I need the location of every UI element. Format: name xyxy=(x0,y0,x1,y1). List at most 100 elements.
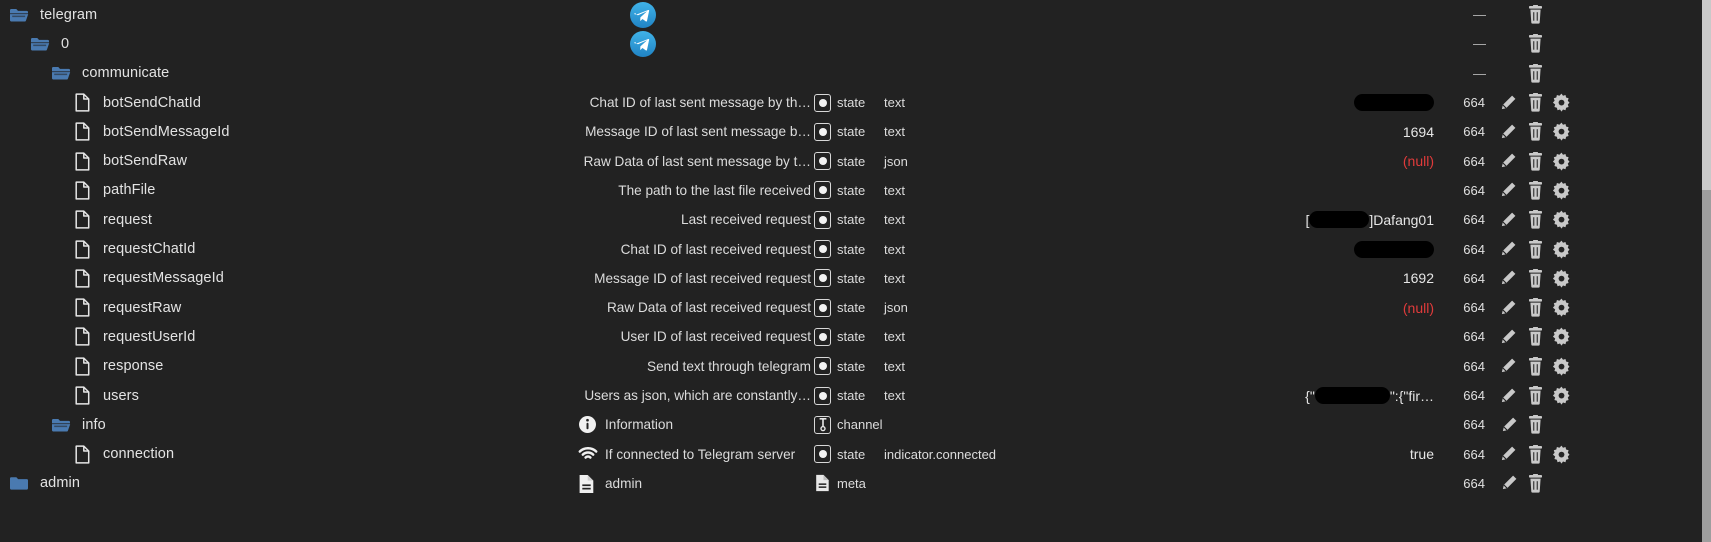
edit-button[interactable] xyxy=(1495,117,1522,146)
object-row[interactable]: info Information channel 664 xyxy=(0,410,1711,439)
tree-node-connection[interactable]: connection xyxy=(71,440,174,469)
edit-button[interactable] xyxy=(1495,234,1522,263)
tree-node-info[interactable]: info xyxy=(50,410,106,439)
settings-button[interactable] xyxy=(1548,205,1575,234)
permission-placeholder: — xyxy=(1473,36,1486,52)
state-dot-icon xyxy=(814,386,831,405)
settings-button[interactable] xyxy=(1548,147,1575,176)
delete-button[interactable] xyxy=(1522,147,1549,176)
object-row[interactable]: requestChatId Chat ID of last received re… xyxy=(0,234,1711,263)
settings-button[interactable] xyxy=(1548,88,1575,117)
delete-button[interactable] xyxy=(1522,59,1549,88)
settings-button[interactable] xyxy=(1548,176,1575,205)
delete-button[interactable] xyxy=(1522,176,1549,205)
edit-button[interactable] xyxy=(1495,322,1522,351)
edit-button[interactable] xyxy=(1495,352,1522,381)
object-description: If connected to Telegram server xyxy=(605,446,796,462)
object-role: state xyxy=(814,381,865,410)
object-row[interactable]: pathFile The path to the last file receiv… xyxy=(0,176,1711,205)
settings-button[interactable] xyxy=(1548,234,1575,263)
permission-code: 664 xyxy=(1463,95,1485,111)
settings-button[interactable] xyxy=(1548,293,1575,322)
object-row[interactable]: requestRaw Raw Data of last received requ… xyxy=(0,293,1711,322)
object-row[interactable]: users Users as json, which are constantly… xyxy=(0,381,1711,410)
object-row[interactable]: requestUserId User ID of last received re… xyxy=(0,322,1711,351)
settings-button[interactable] xyxy=(1548,322,1575,351)
object-row[interactable]: admin admin meta 664 xyxy=(0,469,1711,498)
delete-button[interactable] xyxy=(1522,322,1549,351)
delete-button[interactable] xyxy=(1522,352,1549,381)
folder-open-icon[interactable] xyxy=(29,34,51,54)
edit-button[interactable] xyxy=(1495,440,1522,469)
folder-open-icon[interactable] xyxy=(50,63,72,83)
folder-closed-icon[interactable] xyxy=(8,473,30,493)
object-row[interactable]: communicate — xyxy=(0,59,1711,88)
vertical-scrollbar[interactable] xyxy=(1702,0,1711,542)
object-row[interactable]: botSendRaw Raw Data of last sent message … xyxy=(0,147,1711,176)
object-type: text xyxy=(884,241,905,257)
object-row[interactable]: 0 — xyxy=(0,29,1711,58)
delete-button[interactable] xyxy=(1522,234,1549,263)
tree-node-admin[interactable]: admin xyxy=(8,469,80,498)
edit-button[interactable] xyxy=(1495,176,1522,205)
object-row[interactable]: botSendChatId Chat ID of last sent messag… xyxy=(0,88,1711,117)
tree-node-request[interactable]: request xyxy=(71,205,152,234)
object-row[interactable]: connection If connected to Telegram serv… xyxy=(0,440,1711,469)
delete-button[interactable] xyxy=(1522,293,1549,322)
folder-open-icon[interactable] xyxy=(8,5,30,25)
settings-button[interactable] xyxy=(1548,440,1575,469)
permission-code: 664 xyxy=(1463,388,1485,404)
tree-node-requestMessageId[interactable]: requestMessageId xyxy=(71,264,224,293)
tree-node-requestRaw[interactable]: requestRaw xyxy=(71,293,181,322)
edit-button[interactable] xyxy=(1495,264,1522,293)
edit-button[interactable] xyxy=(1495,469,1522,498)
scrollbar-thumb[interactable] xyxy=(1702,0,1711,190)
delete-button[interactable] xyxy=(1522,469,1549,498)
edit-button[interactable] xyxy=(1495,205,1522,234)
object-row[interactable]: response Send text through telegram state t… xyxy=(0,352,1711,381)
scrollbar-track[interactable] xyxy=(1702,190,1711,542)
tree-node-botSendMessageId[interactable]: botSendMessageId xyxy=(71,117,230,146)
delete-button[interactable] xyxy=(1522,29,1549,58)
tree-node-botSendChatId[interactable]: botSendChatId xyxy=(71,88,201,117)
tree-node-communicate[interactable]: communicate xyxy=(50,59,169,88)
pencil-icon xyxy=(1500,416,1518,434)
delete-button[interactable] xyxy=(1522,410,1549,439)
tree-node-telegram[interactable]: telegram xyxy=(8,0,97,29)
delete-button[interactable] xyxy=(1522,0,1549,29)
delete-button[interactable] xyxy=(1522,205,1549,234)
tree-node-requestChatId[interactable]: requestChatId xyxy=(71,234,195,263)
delete-button[interactable] xyxy=(1522,88,1549,117)
tree-node-response[interactable]: response xyxy=(71,352,163,381)
object-row[interactable]: botSendMessageId Message ID of last sent … xyxy=(0,117,1711,146)
tree-node-pathFile[interactable]: pathFile xyxy=(71,176,155,205)
delete-button[interactable] xyxy=(1522,381,1549,410)
object-row[interactable]: request Last received request state text []D… xyxy=(0,205,1711,234)
object-row[interactable]: requestMessageId Message ID of last recei… xyxy=(0,264,1711,293)
object-value xyxy=(1050,88,1434,117)
tree-node-0[interactable]: 0 xyxy=(29,29,69,58)
folder-open-icon[interactable] xyxy=(50,415,72,435)
object-value-suffix: ]Dafang01 xyxy=(1369,211,1434,228)
settings-button[interactable] xyxy=(1548,264,1575,293)
edit-button[interactable] xyxy=(1495,88,1522,117)
edit-button[interactable] xyxy=(1495,293,1522,322)
edit-button[interactable] xyxy=(1495,147,1522,176)
tree-node-botSendRaw[interactable]: botSendRaw xyxy=(71,147,187,176)
settings-button[interactable] xyxy=(1548,352,1575,381)
edit-button[interactable] xyxy=(1495,381,1522,410)
delete-button[interactable] xyxy=(1522,264,1549,293)
row-actions xyxy=(1495,469,1575,498)
gear-icon xyxy=(1552,298,1571,317)
settings-button[interactable] xyxy=(1548,381,1575,410)
tree-node-users[interactable]: users xyxy=(71,381,139,410)
permission-code: 664 xyxy=(1463,475,1485,491)
delete-button[interactable] xyxy=(1522,440,1549,469)
tree-node-requestUserId[interactable]: requestUserId xyxy=(71,322,195,351)
delete-button[interactable] xyxy=(1522,117,1549,146)
tree-node-label: requestChatId xyxy=(103,241,196,258)
state-dot-icon xyxy=(814,210,831,229)
edit-button[interactable] xyxy=(1495,410,1522,439)
object-row[interactable]: telegram — xyxy=(0,0,1711,29)
settings-button[interactable] xyxy=(1548,117,1575,146)
